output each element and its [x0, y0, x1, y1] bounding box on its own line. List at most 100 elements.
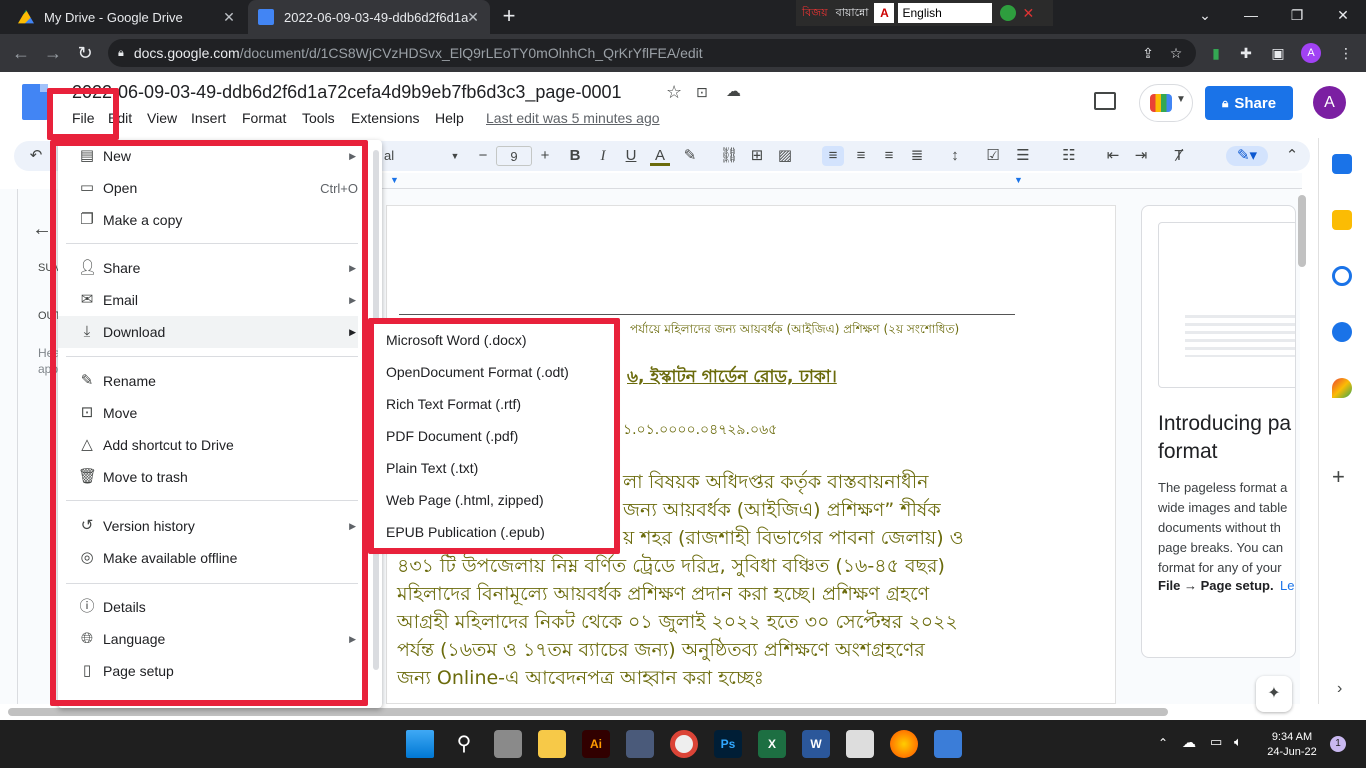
profile-avatar[interactable]: A — [1301, 43, 1321, 63]
clock[interactable]: 9:34 AM 24-Jun-22 — [1262, 730, 1322, 760]
line-spacing-icon[interactable]: ↕ — [944, 146, 966, 166]
menu-insert[interactable]: Insert — [191, 110, 226, 126]
window-close-icon[interactable]: ✕ — [1320, 0, 1366, 32]
menu-tools[interactable]: Tools — [302, 110, 335, 126]
task-view-icon[interactable] — [494, 730, 522, 758]
increase-font-icon[interactable]: + — [536, 146, 554, 166]
tab-document[interactable]: 2022-06-09-03-49-ddb6d2f6d1a ✕ — [248, 0, 490, 34]
learn-more-link[interactable]: Le — [1280, 578, 1294, 593]
move-folder-icon[interactable]: ⊡ — [696, 84, 708, 101]
app-icon[interactable] — [846, 730, 874, 758]
font-size-input[interactable]: 9 — [496, 146, 532, 166]
meet-button[interactable]: ▼ — [1139, 84, 1193, 122]
minimize-icon[interactable]: — — [1228, 0, 1274, 32]
illustrator-icon[interactable]: Ai — [582, 730, 610, 758]
last-edit-link[interactable]: Last edit was 5 minutes ago — [486, 110, 660, 126]
photoshop-icon[interactable]: Ps — [714, 730, 742, 758]
close-tool-icon[interactable]: ✕ — [1022, 5, 1034, 22]
chrome-menu-icon[interactable]: ⋮ — [1336, 43, 1356, 63]
tray-chevron-icon[interactable]: ⌃ — [1158, 736, 1168, 750]
horizontal-scrollbar[interactable] — [8, 708, 1168, 716]
cloud-status-icon[interactable]: ☁ — [726, 82, 741, 100]
justify-icon[interactable]: ≣ — [906, 146, 928, 166]
file-explorer-icon[interactable] — [538, 730, 566, 758]
maps-icon[interactable] — [1332, 378, 1352, 398]
network-icon[interactable]: ▭ — [1210, 734, 1222, 750]
clear-formatting-icon[interactable]: Ⱦ — [1168, 146, 1190, 166]
language-select[interactable]: English — [898, 3, 993, 23]
left-indent-marker-icon[interactable]: ▼ — [390, 175, 399, 185]
highlight-icon[interactable]: ✎ — [680, 146, 700, 166]
underline-icon[interactable]: U — [622, 146, 640, 166]
tab-my-drive[interactable]: My Drive - Google Drive ✕ — [8, 0, 246, 34]
notification-badge[interactable]: 1 — [1330, 736, 1346, 752]
share-page-icon[interactable]: ⇪ — [1138, 43, 1158, 63]
comment-add-icon[interactable]: ⊞ — [746, 146, 768, 166]
share-button[interactable]: 🔒︎ Share — [1205, 86, 1293, 120]
vertical-scrollbar[interactable] — [1298, 195, 1306, 267]
chrome-icon[interactable] — [670, 730, 698, 758]
star-icon[interactable]: ☆ — [666, 82, 682, 103]
decrease-indent-icon[interactable]: ⇤ — [1102, 146, 1124, 166]
calendar-icon[interactable] — [1332, 154, 1352, 174]
add-addon-icon[interactable]: + — [1332, 464, 1345, 490]
explore-icon[interactable]: ✦ — [1256, 676, 1292, 712]
chevron-up-icon[interactable]: ⌃ — [1282, 146, 1302, 166]
link-icon[interactable]: ⛓ — [718, 146, 740, 166]
close-icon[interactable]: ✕ — [464, 8, 482, 26]
increase-indent-icon[interactable]: ⇥ — [1130, 146, 1152, 166]
onedrive-icon[interactable]: ☁ — [1182, 734, 1196, 751]
text-color-icon[interactable]: A — [650, 146, 670, 166]
close-icon[interactable]: ✕ — [220, 8, 238, 26]
keyboard-icon[interactable]: A — [874, 3, 895, 23]
account-avatar[interactable]: A — [1313, 86, 1346, 119]
add-icon[interactable] — [1000, 5, 1017, 21]
align-center-icon[interactable]: ≡ — [850, 146, 872, 166]
image-icon[interactable]: ▨ — [774, 146, 796, 166]
document-title[interactable]: 2022-06-09-03-49-ddb6d2f6d1a72cefa4d9b9e… — [72, 82, 621, 103]
align-left-icon[interactable]: ≡ — [822, 146, 844, 166]
bookmark-star-icon[interactable]: ☆ — [1166, 43, 1186, 63]
undo-icon[interactable]: ↶ — [26, 146, 46, 166]
editing-mode-icon[interactable]: ✎▾ — [1226, 146, 1268, 166]
back-icon[interactable]: ← — [10, 42, 32, 64]
chevron-right-icon[interactable]: › — [1337, 680, 1342, 698]
right-indent-marker-icon[interactable]: ▼ — [1014, 175, 1023, 185]
align-right-icon[interactable]: ≡ — [878, 146, 900, 166]
forward-icon[interactable]: → — [42, 42, 64, 64]
menu-view[interactable]: View — [147, 110, 177, 126]
bullet-list-icon[interactable]: ☰ — [1012, 146, 1034, 166]
bayanno-label[interactable]: বায়ান্নো — [836, 4, 869, 23]
menu-help[interactable]: Help — [435, 110, 464, 126]
reload-icon[interactable]: ↻ — [74, 42, 96, 64]
app-icon[interactable] — [626, 730, 654, 758]
windows-start-icon[interactable] — [406, 730, 434, 758]
font-family-select[interactable]: al — [384, 146, 444, 166]
bold-icon[interactable]: B — [566, 146, 584, 166]
restore-icon[interactable]: ❐ — [1274, 0, 1320, 32]
extension-chart-icon[interactable]: ▮ — [1206, 43, 1226, 63]
decrease-font-icon[interactable]: − — [474, 146, 492, 166]
volume-icon[interactable]: 🔈︎ — [1234, 734, 1242, 750]
new-tab-button[interactable]: + — [498, 5, 520, 28]
italic-icon[interactable]: I — [594, 146, 612, 166]
docs-logo-icon[interactable] — [22, 84, 48, 120]
menu-format[interactable]: Format — [242, 110, 286, 126]
side-panel-icon[interactable]: ▣ — [1268, 43, 1288, 63]
contacts-icon[interactable] — [1332, 322, 1352, 342]
comments-icon[interactable] — [1094, 92, 1116, 110]
bijoy-label[interactable]: বিজয় — [802, 4, 828, 23]
checklist-icon[interactable]: ☑ — [982, 146, 1004, 166]
tasks-icon[interactable] — [1332, 266, 1352, 286]
excel-icon[interactable]: X — [758, 730, 786, 758]
word-icon[interactable]: W — [802, 730, 830, 758]
search-icon[interactable]: ⚲ — [450, 730, 478, 758]
chevron-down-icon[interactable]: ▼ — [448, 146, 462, 166]
firefox-icon[interactable] — [890, 730, 918, 758]
keep-icon[interactable] — [1332, 210, 1352, 230]
extensions-icon[interactable]: ✚ — [1236, 43, 1256, 63]
photos-icon[interactable] — [934, 730, 962, 758]
url-field[interactable]: 🔒︎ docs.google.com /document/d/1CS8WjCVz… — [108, 39, 1196, 67]
menu-extensions[interactable]: Extensions — [351, 110, 419, 126]
tab-search-chevron-icon[interactable]: ⌄ — [1182, 0, 1228, 32]
